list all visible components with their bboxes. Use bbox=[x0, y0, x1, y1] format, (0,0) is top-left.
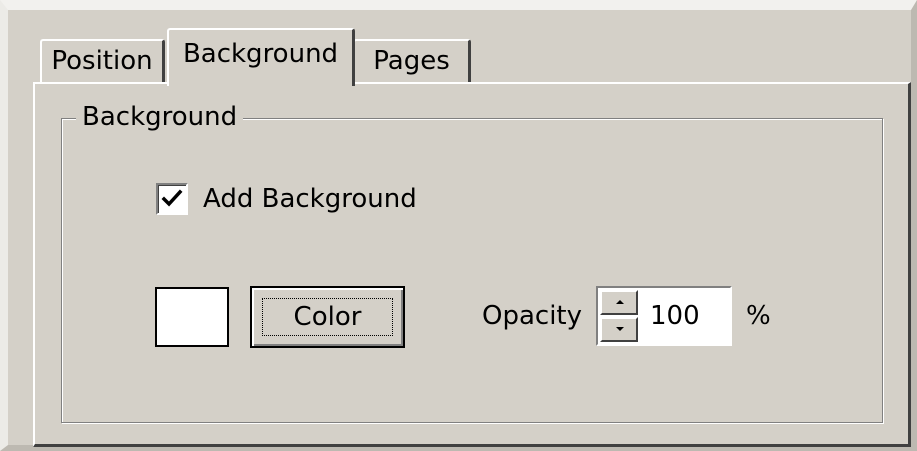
background-groupbox bbox=[61, 118, 883, 423]
add-background-checkbox[interactable] bbox=[156, 183, 188, 215]
tab-pages-label: Pages bbox=[373, 46, 450, 76]
groupbox-title: Background bbox=[76, 104, 244, 130]
tab-background-label: Background bbox=[182, 39, 339, 69]
opacity-label: Opacity bbox=[482, 301, 583, 331]
arrow-up-icon bbox=[616, 300, 624, 304]
checkmark-icon bbox=[161, 189, 183, 207]
opacity-value[interactable]: 100 bbox=[650, 303, 700, 329]
tab-position-label: Position bbox=[51, 46, 153, 76]
spin-up-button[interactable] bbox=[600, 290, 638, 315]
tab-background[interactable]: Background bbox=[167, 28, 355, 86]
spin-down-button[interactable] bbox=[600, 317, 638, 342]
color-button-label: Color bbox=[293, 302, 362, 332]
percent-label: % bbox=[746, 301, 771, 331]
color-swatch bbox=[155, 287, 229, 347]
add-background-label[interactable]: Add Background bbox=[203, 186, 417, 212]
opacity-spinner[interactable]: 100 bbox=[596, 286, 732, 346]
tab-pages[interactable]: Pages bbox=[353, 39, 471, 84]
color-button[interactable]: Color bbox=[250, 286, 405, 348]
arrow-down-icon bbox=[616, 327, 624, 331]
tab-position[interactable]: Position bbox=[40, 39, 165, 84]
